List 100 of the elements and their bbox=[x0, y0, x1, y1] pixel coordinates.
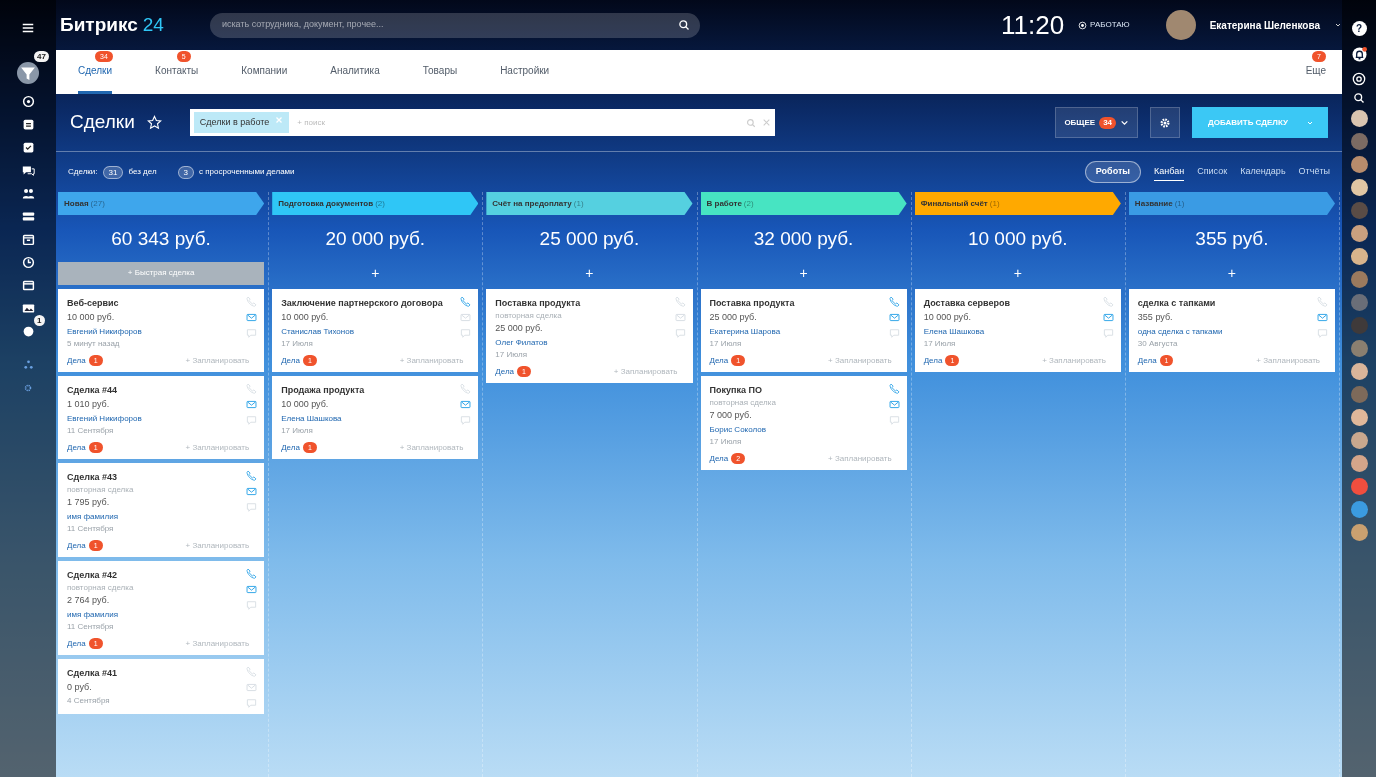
stage-header[interactable]: Счёт на предоплату (1) bbox=[486, 192, 693, 215]
avatar[interactable] bbox=[1350, 363, 1368, 380]
search-icon[interactable] bbox=[1353, 92, 1365, 104]
image-icon[interactable] bbox=[21, 302, 35, 315]
mail-icon[interactable] bbox=[246, 311, 258, 323]
tasks-link[interactable]: Дела bbox=[495, 365, 515, 378]
tasks-link[interactable]: Дела bbox=[67, 441, 86, 454]
add-deal-button[interactable]: + bbox=[914, 261, 1121, 285]
checklist-icon[interactable] bbox=[21, 141, 35, 154]
deal-title[interactable]: Заключение партнерского договора bbox=[281, 295, 461, 310]
chat-bubble-icon[interactable] bbox=[246, 599, 258, 611]
avatar[interactable] bbox=[1350, 179, 1368, 196]
drive-icon[interactable] bbox=[21, 210, 35, 223]
mail-icon[interactable] bbox=[888, 311, 900, 323]
contact-link[interactable]: имя фамилия bbox=[67, 509, 247, 523]
phone-icon[interactable] bbox=[460, 295, 472, 307]
avatar[interactable] bbox=[1350, 156, 1368, 173]
tasks-link[interactable]: Дела bbox=[923, 354, 943, 367]
tasks-link[interactable]: Дела bbox=[67, 637, 86, 650]
tasks-link[interactable]: Дела bbox=[67, 539, 86, 552]
tab[interactable]: Компании bbox=[241, 63, 288, 94]
chat-bubble-icon[interactable] bbox=[1102, 327, 1114, 339]
help-button[interactable]: ? bbox=[1351, 21, 1367, 36]
stage-header[interactable]: Название (1) bbox=[1128, 192, 1336, 215]
deal-title[interactable]: Поставка продукта bbox=[495, 295, 675, 310]
chat-bubble-icon[interactable] bbox=[246, 327, 258, 339]
contact-link[interactable]: одна сделка с тапками bbox=[1137, 324, 1318, 338]
tasks-link[interactable]: Дела bbox=[709, 354, 729, 367]
deal-title[interactable]: Доставка серверов bbox=[923, 295, 1103, 310]
phone-icon[interactable] bbox=[888, 295, 900, 307]
chat-bubble-icon[interactable] bbox=[674, 327, 686, 339]
contact-link[interactable]: Елена Шашкова bbox=[281, 411, 461, 425]
chat-bubble-icon[interactable] bbox=[888, 414, 900, 426]
phone-icon[interactable] bbox=[246, 567, 258, 579]
mail-icon[interactable] bbox=[674, 311, 686, 323]
filter-chip[interactable]: Сделки в работе bbox=[193, 111, 290, 134]
mail-icon[interactable] bbox=[246, 485, 258, 497]
count-pill[interactable]: 3 bbox=[177, 165, 195, 179]
avatar[interactable] bbox=[1350, 110, 1368, 127]
bell-icon[interactable] bbox=[1351, 47, 1367, 63]
stage-header[interactable]: Финальный счёт (1) bbox=[914, 192, 1121, 215]
chat-bubble-icon[interactable] bbox=[246, 414, 258, 426]
search-field[interactable]: искать сотрудника, документ, прочее... bbox=[209, 12, 700, 38]
mail-icon[interactable] bbox=[1102, 311, 1114, 323]
contact-link[interactable]: Борис Соколов bbox=[709, 422, 889, 436]
menu-icon[interactable] bbox=[21, 21, 35, 35]
tasks-link[interactable]: Дела bbox=[281, 441, 300, 454]
deal-title[interactable]: Продажа продукта bbox=[281, 382, 461, 397]
window-icon[interactable] bbox=[21, 279, 35, 292]
stage-header[interactable]: Новая (27) bbox=[58, 192, 265, 215]
tasks-link[interactable]: Дела bbox=[281, 354, 300, 367]
mail-icon[interactable] bbox=[246, 398, 258, 410]
avatar[interactable] bbox=[1165, 10, 1196, 40]
count-pill[interactable]: 31 bbox=[102, 165, 124, 179]
view-tab[interactable]: Список bbox=[1197, 162, 1228, 182]
star-icon[interactable] bbox=[146, 115, 162, 130]
chat-bubble-icon[interactable] bbox=[1317, 327, 1329, 339]
tab[interactable]: Товары bbox=[422, 63, 458, 94]
deal-title[interactable]: Веб-сервис bbox=[67, 295, 247, 310]
circle-icon[interactable] bbox=[21, 325, 35, 338]
tab[interactable]: Аналитика bbox=[330, 63, 380, 94]
phone-icon[interactable] bbox=[888, 382, 900, 394]
deal-title[interactable]: Сделка #44 bbox=[67, 382, 247, 397]
avatar[interactable] bbox=[1350, 409, 1368, 426]
tasks-link[interactable]: Дела bbox=[709, 452, 729, 465]
contact-link[interactable]: Евгений Никифоров bbox=[67, 411, 247, 425]
target-icon[interactable] bbox=[21, 95, 35, 108]
network-icon[interactable] bbox=[22, 359, 34, 370]
category-button[interactable]: ОБЩЕЕ 34 bbox=[1055, 107, 1139, 138]
chat-bubble-icon[interactable] bbox=[246, 501, 258, 513]
contact-link[interactable]: Олег Филатов bbox=[495, 335, 675, 349]
mail-icon[interactable] bbox=[460, 311, 472, 323]
mail-icon[interactable] bbox=[888, 398, 900, 410]
settings-button[interactable] bbox=[1150, 107, 1181, 138]
filter-field[interactable]: Сделки в работе + поиск bbox=[189, 109, 775, 136]
add-deal-button[interactable]: + bbox=[1128, 261, 1336, 285]
caret-icon[interactable] bbox=[1334, 21, 1342, 29]
deal-title[interactable]: Поставка продукта bbox=[709, 295, 889, 310]
contact-link[interactable]: Станислав Тихонов bbox=[281, 324, 461, 338]
people-icon[interactable] bbox=[21, 187, 35, 200]
search-input[interactable]: искать сотрудника, документ, прочее... bbox=[219, 17, 678, 33]
mail-icon[interactable] bbox=[246, 681, 258, 693]
stage-header[interactable]: Подготовка документов (2) bbox=[272, 192, 479, 215]
add-deal-button[interactable]: + bbox=[272, 261, 479, 285]
deal-title[interactable]: Покупка ПО bbox=[709, 382, 889, 397]
add-deal-button[interactable]: + bbox=[700, 261, 907, 285]
contact-link[interactable]: Евгений Никифоров bbox=[67, 324, 247, 338]
calendar-icon[interactable] bbox=[21, 233, 35, 246]
chat-bubble-icon[interactable] bbox=[888, 327, 900, 339]
tasks-link[interactable]: Дела bbox=[1137, 354, 1157, 367]
avatar[interactable] bbox=[1350, 248, 1368, 265]
chat-bubble-icon[interactable] bbox=[246, 697, 258, 709]
avatar[interactable] bbox=[1350, 225, 1368, 242]
stage-header[interactable]: В работе (2) bbox=[700, 192, 907, 215]
chat-bubble-icon[interactable] bbox=[460, 327, 472, 339]
add-deal-button[interactable]: + bbox=[486, 261, 693, 285]
mail-icon[interactable] bbox=[460, 398, 472, 410]
robots-button[interactable]: Роботы bbox=[1084, 161, 1142, 183]
phone-icon[interactable] bbox=[246, 469, 258, 481]
view-tab[interactable]: Отчёты bbox=[1298, 162, 1330, 182]
